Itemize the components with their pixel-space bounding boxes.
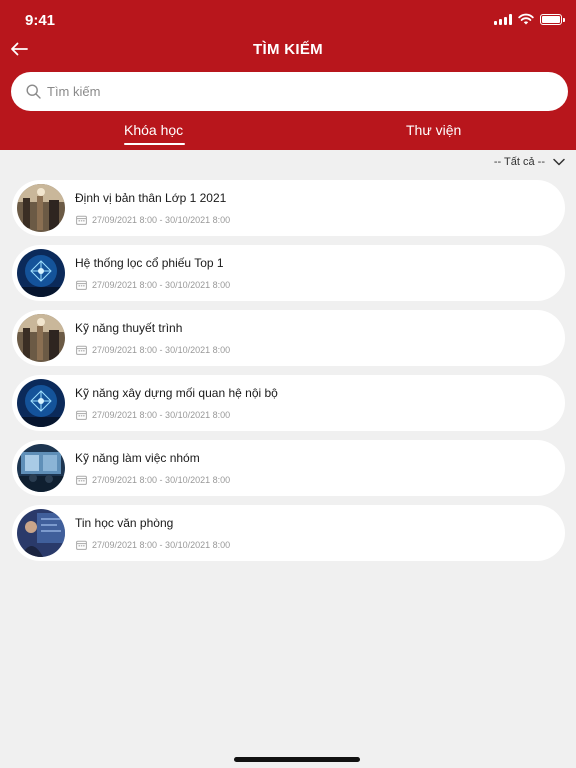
course-date: 27/09/2021 8:00 - 30/10/2021 8:00 xyxy=(76,410,230,420)
course-thumbnail xyxy=(17,444,65,492)
course-date-text: 27/09/2021 8:00 - 30/10/2021 8:00 xyxy=(92,280,231,290)
course-thumbnail xyxy=(17,509,65,557)
course-item[interactable]: Kỹ năng thuyết trình 27/09/2021 8:00 - 3… xyxy=(12,310,565,366)
course-thumbnail xyxy=(17,249,65,297)
course-title: Kỹ năng xây dựng mối quan hệ nội bộ xyxy=(75,386,278,400)
calendar-icon xyxy=(76,280,87,290)
tab-library[interactable]: Thư viện xyxy=(406,122,461,138)
course-title: Định vị bản thân Lớp 1 2021 xyxy=(75,191,227,205)
calendar-icon xyxy=(76,410,87,420)
wifi-icon xyxy=(518,13,534,25)
course-title: Kỹ năng làm việc nhóm xyxy=(75,451,200,465)
course-date-text: 27/09/2021 8:00 - 30/10/2021 8:00 xyxy=(92,345,231,355)
course-date-text: 27/09/2021 8:00 - 30/10/2021 8:00 xyxy=(92,475,231,485)
cellular-signal-icon xyxy=(494,13,512,25)
course-item[interactable]: Kỹ năng làm việc nhóm 27/09/2021 8:00 - … xyxy=(12,440,565,496)
course-list: Định vị bản thân Lớp 1 2021 27/09/2021 8… xyxy=(12,180,565,570)
calendar-icon xyxy=(76,540,87,550)
course-item[interactable]: Tin học văn phòng 27/09/2021 8:00 - 30/1… xyxy=(12,505,565,561)
status-time: 9:41 xyxy=(25,12,56,29)
search-bar[interactable] xyxy=(11,72,568,111)
app-header: 9:41 TÌM KIẾM Khóa học Thư viện xyxy=(0,0,576,150)
course-thumbnail xyxy=(17,184,65,232)
course-date: 27/09/2021 8:00 - 30/10/2021 8:00 xyxy=(76,280,230,290)
course-thumbnail xyxy=(17,314,65,362)
calendar-icon xyxy=(76,475,87,485)
battery-icon xyxy=(540,13,565,25)
course-date: 27/09/2021 8:00 - 30/10/2021 8:00 xyxy=(76,215,230,225)
course-date-text: 27/09/2021 8:00 - 30/10/2021 8:00 xyxy=(92,540,231,550)
search-icon xyxy=(26,84,41,99)
course-item[interactable]: Định vị bản thân Lớp 1 2021 27/09/2021 8… xyxy=(12,180,565,236)
course-item[interactable]: Hệ thống lọc cổ phiếu Top 1 27/09/2021 8… xyxy=(12,245,565,301)
tab-courses[interactable]: Khóa học xyxy=(124,122,183,138)
home-indicator[interactable] xyxy=(234,757,360,762)
course-date: 27/09/2021 8:00 - 30/10/2021 8:00 xyxy=(76,540,230,550)
calendar-icon xyxy=(76,345,87,355)
search-input[interactable] xyxy=(47,84,527,99)
chevron-down-icon xyxy=(553,158,565,166)
course-date: 27/09/2021 8:00 - 30/10/2021 8:00 xyxy=(76,345,230,355)
course-date-text: 27/09/2021 8:00 - 30/10/2021 8:00 xyxy=(92,410,231,420)
course-title: Tin học văn phòng xyxy=(75,516,174,530)
course-date: 27/09/2021 8:00 - 30/10/2021 8:00 xyxy=(76,475,230,485)
status-icons xyxy=(494,13,565,25)
course-item[interactable]: Kỹ năng xây dựng mối quan hệ nội bộ 27/0… xyxy=(12,375,565,431)
status-bar: 9:41 xyxy=(0,0,576,40)
course-date-text: 27/09/2021 8:00 - 30/10/2021 8:00 xyxy=(92,215,231,225)
filter-label: -- Tất cả -- xyxy=(493,156,545,168)
active-tab-indicator xyxy=(124,143,185,145)
course-thumbnail xyxy=(17,379,65,427)
status-filter-dropdown[interactable]: -- Tất cả -- xyxy=(494,156,565,168)
course-title: Kỹ năng thuyết trình xyxy=(75,321,183,335)
page-title: TÌM KIẾM xyxy=(253,41,323,58)
course-title: Hệ thống lọc cổ phiếu Top 1 xyxy=(75,256,224,270)
calendar-icon xyxy=(76,215,87,225)
